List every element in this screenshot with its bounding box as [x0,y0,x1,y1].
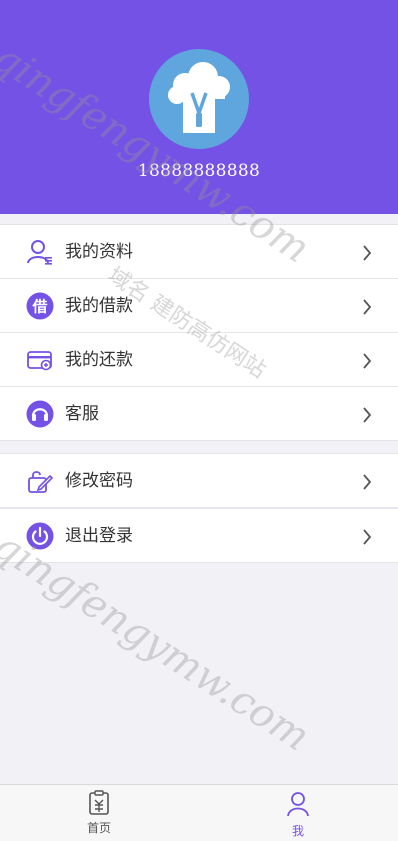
borrow-glyph: 借 [31,298,47,316]
chevron-right-icon [363,474,372,490]
menu-item-change-password[interactable]: 修改密码 [0,454,398,508]
tab-me[interactable]: 我 [248,785,348,841]
menu-item-label: 客服 [65,404,99,424]
tab-me-label: 我 [291,824,304,838]
menu-item-label: 修改密码 [65,471,133,491]
bottom-tab-bar: 首页 我 [0,784,398,841]
profile-header: 18888888888 [0,0,398,214]
menu-item-label: 我的借款 [65,296,133,316]
power-icon [26,522,54,550]
menu-item-label: 我的资料 [65,242,133,262]
menu-item-label: 我的还款 [65,350,133,370]
tab-home[interactable]: 首页 [49,785,149,841]
menu-item-my-loans[interactable]: 借 我的借款 [0,279,398,333]
chevron-right-icon [363,299,372,315]
chevron-right-icon [363,407,372,423]
customer-service-icon [26,400,54,428]
chevron-right-icon [363,529,372,545]
user-profile-icon [27,240,52,265]
home-doc-icon [89,790,109,815]
menu-item-logout[interactable]: 退出登录 [0,508,398,562]
repay-card-icon [27,351,52,371]
menu-group-account: 我的资料 借 我的借款 我的还款 客服 [0,224,398,441]
menu-group-security: 修改密码 退出登录 [0,453,398,563]
menu-item-my-repayments[interactable]: 我的还款 [0,333,398,387]
menu-item-customer-service[interactable]: 客服 [0,387,398,440]
cloud-zip-avatar-icon [168,62,230,133]
edit-password-icon [28,471,54,493]
phone-number: 18888888888 [137,161,261,181]
tab-home-label: 首页 [86,821,111,835]
chevron-right-icon [363,353,372,369]
avatar[interactable] [149,49,249,149]
menu-item-label: 退出登录 [65,526,133,546]
menu-item-my-profile[interactable]: 我的资料 [0,225,398,279]
borrow-icon: 借 [26,292,54,320]
user-icon [287,792,309,817]
chevron-right-icon [363,245,372,261]
